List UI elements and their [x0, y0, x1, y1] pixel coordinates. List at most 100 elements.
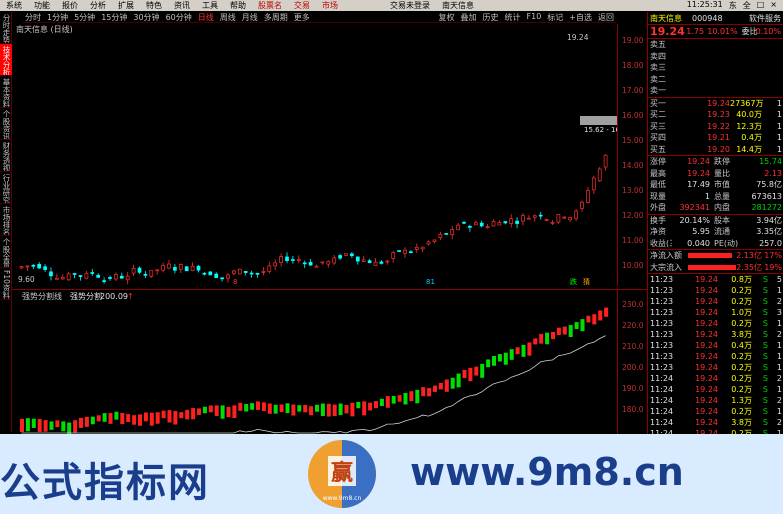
signal-marker: 猜 — [583, 277, 590, 286]
left-tab[interactable]: 行业研究 — [0, 172, 12, 204]
indicator-bar — [433, 385, 437, 392]
tick-n: 1 — [776, 363, 782, 372]
candle-body — [591, 177, 596, 191]
indicator-bar — [191, 408, 196, 420]
low-price-label: 9.60 — [18, 275, 35, 284]
period-item[interactable]: 1分钟 — [44, 12, 71, 22]
bid-row[interactable]: 买二 19.23 40.0万 1 — [648, 109, 783, 121]
period-item[interactable]: 30分钟 — [130, 12, 162, 22]
ask-label: 卖五 — [650, 40, 666, 50]
indicator-bar — [291, 404, 296, 416]
tool-button[interactable]: 统计 — [502, 12, 524, 22]
indicator-bar — [521, 344, 526, 357]
candle-body — [320, 261, 325, 264]
left-tab[interactable]: 市场排名 — [0, 204, 12, 236]
indicator-axis: 230.0 220.0 210.0 200.0 190.0 180.0 — [617, 289, 647, 434]
menu-item[interactable]: 特色 — [140, 0, 168, 11]
menu-item[interactable]: 扩展 — [112, 0, 140, 11]
tick-p: 19.24 — [695, 275, 718, 284]
tick-t: 11:23 — [650, 286, 674, 295]
menu-item-stock[interactable]: 股票名 — [252, 0, 288, 11]
candle-body — [84, 272, 89, 279]
period-bar: 分时 1分钟 5分钟 15分钟 30分钟 60分钟 日线 周线 月线 多周期 更… — [22, 12, 617, 23]
tool-button[interactable]: 历史 — [480, 12, 502, 22]
window-tool-east[interactable]: 东 — [729, 0, 737, 11]
period-item[interactable]: 15分钟 — [98, 12, 130, 22]
tool-button[interactable]: F10 — [524, 12, 545, 22]
period-item[interactable]: 60分钟 — [163, 12, 195, 22]
menu-item[interactable]: 功能 — [28, 0, 56, 11]
period-item-selected[interactable]: 日线 — [195, 12, 217, 22]
menu-item[interactable]: 报价 — [56, 0, 84, 11]
tool-button[interactable]: 叠加 — [458, 12, 480, 22]
indicator-bar — [238, 402, 243, 411]
candle-body — [96, 274, 101, 278]
tool-button[interactable]: 返回 — [595, 12, 617, 22]
ask-label: 卖四 — [650, 51, 666, 61]
tick-s: S — [762, 330, 768, 339]
bid-row[interactable]: 买四 19.21 0.4万 1 — [648, 132, 783, 144]
candle-body — [527, 217, 531, 220]
left-tab-selected[interactable]: 技术分析 — [0, 44, 12, 76]
bid-row[interactable]: 买一 19.24 27367万 1 — [648, 98, 783, 110]
tool-button[interactable]: 复权 — [436, 12, 458, 22]
indicator-bar — [385, 396, 390, 408]
indicator-bar — [214, 405, 219, 417]
candle-body — [497, 222, 502, 226]
brand-logo: 赢 www.9m8.cn — [308, 440, 376, 508]
clock-text: 11:25:31 — [686, 0, 723, 9]
candle-body — [562, 216, 567, 219]
indicator-bar — [456, 373, 461, 388]
indicator-bar — [220, 405, 225, 419]
menu-item[interactable]: 资讯 — [168, 0, 196, 11]
candle-body — [355, 256, 360, 262]
stat-label: 总量 — [714, 191, 730, 201]
tick-s: S — [762, 297, 768, 306]
period-item[interactable]: 更多 — [291, 12, 313, 22]
left-tab[interactable]: 个股全景 — [0, 236, 12, 268]
stat-label: 跌停 — [714, 157, 730, 167]
window-tool-full[interactable]: 全 — [743, 0, 751, 11]
tick-v: 0.2万 — [731, 297, 752, 306]
candle-body — [31, 264, 36, 267]
menu-item[interactable]: 工具 — [196, 0, 224, 11]
industry-tag[interactable]: 软件服务 — [749, 13, 783, 24]
watermark-banner: 公式指标网 赢 www.9m8.cn www.9m8.cn — [0, 434, 783, 514]
fund-flow: 净流入额 2.13亿 17% 大宗流入 2.35亿 19% — [648, 249, 783, 273]
candle-body — [66, 273, 71, 281]
left-tab[interactable]: 基本资料 — [0, 76, 12, 108]
indicator-title: 强势分割线 — [22, 291, 62, 301]
left-tab[interactable]: 个股资讯 — [0, 108, 12, 140]
price-tick: 11.00 — [622, 236, 644, 245]
bid-label: 买四 — [650, 133, 666, 143]
left-tab[interactable]: 财务透视 — [0, 140, 12, 172]
menu-item[interactable]: 系统 — [0, 0, 28, 11]
tick-list[interactable]: 11:23 19.24 0.8万 S 5 11:23 19.24 0.2万 S 1 11:23 19.… — [648, 273, 783, 434]
menu-item[interactable]: 帮助 — [224, 0, 252, 11]
bid-row[interactable]: 买三 19.22 12.3万 1 — [648, 121, 783, 133]
menu-item[interactable]: 分析 — [84, 0, 112, 11]
period-item[interactable]: 分时 — [22, 12, 44, 22]
period-item[interactable]: 月线 — [239, 12, 261, 22]
candle-body — [521, 215, 525, 222]
candle-body — [550, 221, 555, 224]
price-range-box — [580, 116, 620, 125]
bid-row[interactable]: 买五 19.20 14.4万 1 — [648, 144, 783, 156]
candlestick-pane[interactable]: 南天信息 (日线) 19.24 9.60 15.62 - 16.00 8 81 … — [12, 24, 631, 286]
tool-button[interactable]: 标记 — [544, 12, 566, 22]
candle-body — [202, 272, 207, 275]
left-tab[interactable]: 分时走势 — [0, 12, 12, 44]
stat-value: 0.040 — [687, 238, 710, 248]
price-tick: 12.00 — [622, 211, 644, 220]
menu-item-trade[interactable]: 交易 — [288, 0, 316, 11]
close-icon[interactable]: × — [770, 0, 777, 11]
menu-item-market[interactable]: 市场 — [316, 0, 344, 11]
period-item[interactable]: 5分钟 — [71, 12, 98, 22]
tool-button[interactable]: +自选 — [566, 12, 595, 22]
candle-body — [414, 246, 419, 250]
indicator-pane[interactable]: 强势分割线 强势分割 200.09 ↑ — [12, 289, 617, 436]
period-item[interactable]: 周线 — [217, 12, 239, 22]
left-tab[interactable]: F10资料 — [0, 268, 12, 300]
period-item[interactable]: 多周期 — [261, 12, 291, 22]
maximize-icon[interactable]: □ — [757, 0, 765, 11]
